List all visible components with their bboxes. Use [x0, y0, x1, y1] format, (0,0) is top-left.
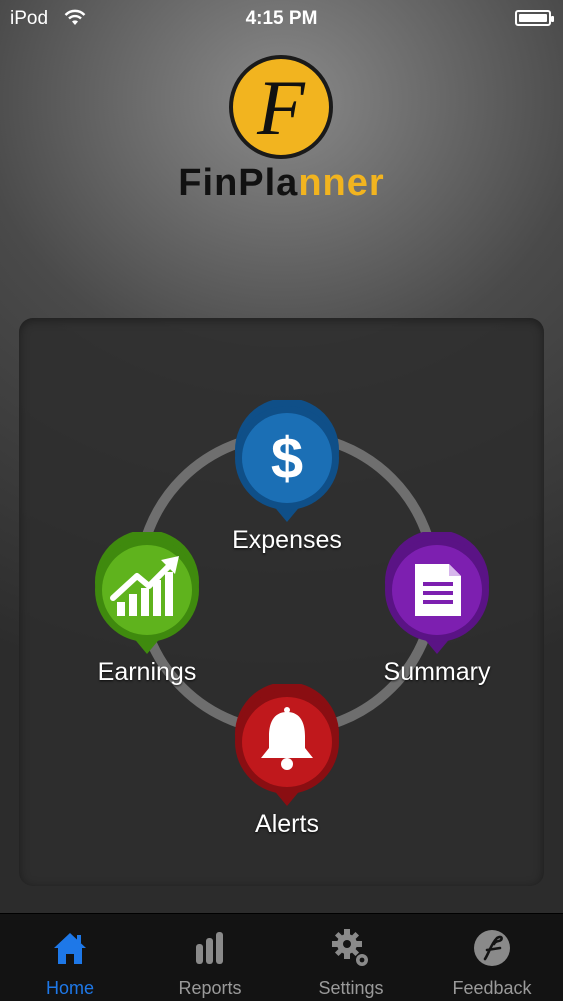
tab-home[interactable]: Home — [0, 914, 140, 1001]
tab-reports[interactable]: Reports — [140, 914, 280, 1001]
battery-icon — [515, 10, 554, 26]
menu-item-earnings[interactable]: Earnings — [67, 532, 227, 687]
home-icon — [54, 933, 86, 964]
bell-icon — [235, 684, 339, 806]
menu-item-label: Summary — [383, 658, 491, 686]
app-logo: F FinPlanner — [0, 50, 563, 210]
status-bar: iPod 4:15 PM — [0, 0, 563, 36]
tab-feedback[interactable]: Feedback — [422, 914, 562, 1001]
app-name: FinPlanner — [178, 162, 385, 204]
feedback-icon — [474, 930, 510, 966]
menu-item-summary[interactable]: Summary — [357, 532, 517, 687]
dollar-icon: $ — [235, 400, 339, 522]
menu-item-label: Alerts — [255, 810, 319, 838]
menu-panel: $ Expenses Earnings Summary Alerts — [19, 318, 544, 886]
tab-bar: Home Reports Settings Feedback — [0, 913, 563, 1001]
tab-label: Home — [45, 978, 94, 998]
menu-item-label: Expenses — [232, 526, 342, 554]
finplanner-logo-mark: F — [229, 55, 333, 159]
tab-label: Feedback — [452, 978, 532, 998]
tab-settings[interactable]: Settings — [281, 914, 421, 1001]
document-icon — [385, 532, 489, 654]
tab-label: Settings — [318, 978, 384, 998]
gears-icon — [332, 929, 368, 966]
menu-item-label: Earnings — [97, 658, 197, 686]
status-time: 4:15 PM — [245, 8, 318, 29]
tab-label: Reports — [178, 978, 242, 998]
menu-item-alerts[interactable]: Alerts — [207, 684, 367, 839]
svg-text:$: $ — [271, 426, 303, 491]
bar-chart-icon — [196, 932, 223, 964]
menu-item-expenses[interactable]: $ Expenses — [207, 400, 367, 555]
rising-chart-icon — [95, 532, 199, 654]
svg-text:F: F — [256, 64, 306, 151]
